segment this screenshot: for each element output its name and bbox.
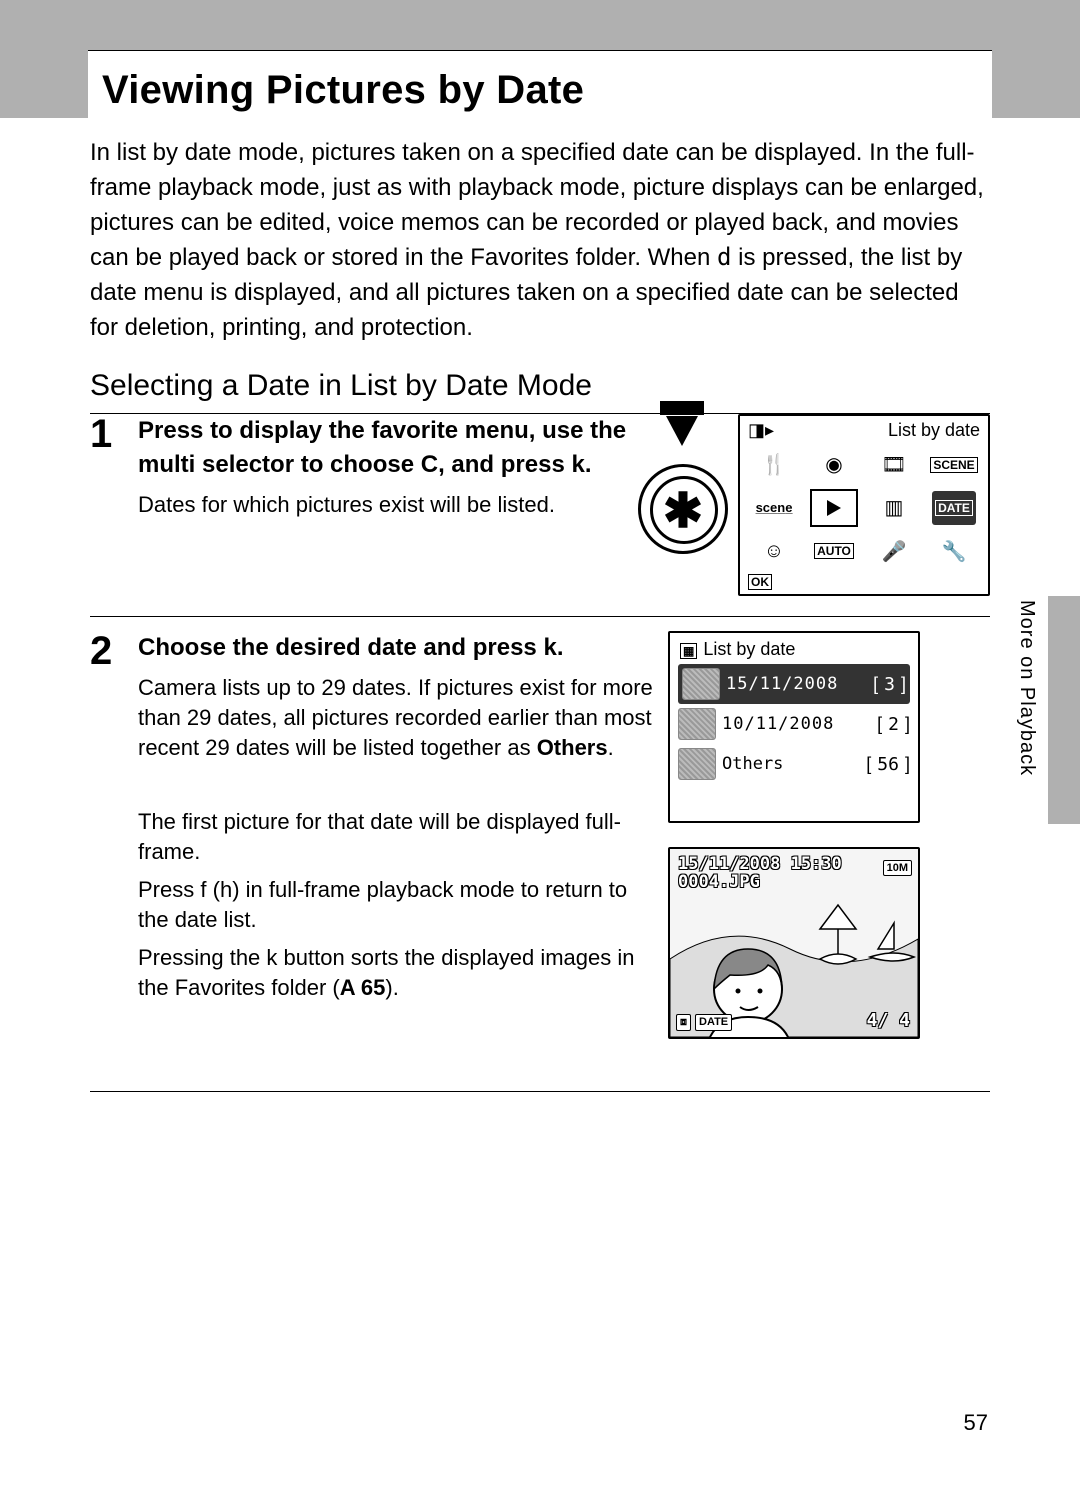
step1-title-c: , and press	[438, 451, 571, 478]
date-badge: DATE	[695, 1014, 732, 1031]
step-2-after-a: The first picture for that date will be …	[138, 807, 658, 867]
mode-cell-voice-icon: 🎤	[872, 534, 916, 568]
step-1-title: Press to display the favorite menu, use …	[138, 414, 628, 482]
s2c3: ).	[385, 975, 398, 1000]
step-2-title: Choose the desired date and press k.	[138, 631, 658, 665]
preview-counter: 4/ 4	[867, 1010, 910, 1031]
camera-mode-glyph: ▸	[765, 420, 774, 440]
down-arrow-icon	[666, 416, 698, 446]
step2-title-b: .	[557, 634, 564, 661]
mode-cell-setup-icon: 🔧	[932, 534, 976, 568]
mode-cell-food-icon: 🍴	[752, 448, 796, 482]
date-2: 10/11/2008	[722, 714, 871, 734]
step-2-after-c: Pressing the k button sorts the displaye…	[138, 943, 658, 1003]
count-1: 3	[884, 674, 895, 695]
page-number: 57	[964, 1410, 988, 1436]
step-1: 1 Press to display the favorite menu, us…	[90, 413, 990, 617]
date-row-1: 15/11/2008 [ 3 ]	[678, 664, 910, 704]
step1-title-d: .	[585, 451, 592, 478]
mode-cell-camera-icon: ◉	[812, 448, 856, 482]
camera-mode-icon: ◨▸	[748, 420, 774, 441]
step1-glyph-ok: k	[571, 451, 584, 478]
date-list-title: List by date	[703, 639, 795, 659]
step-2: 2 Choose the desired date and press k. C…	[90, 617, 990, 1092]
s2b1: Press	[138, 877, 200, 902]
section-heading: Selecting a Date in List by Date Mode	[90, 369, 990, 403]
step2-note-b: .	[608, 735, 614, 760]
page-title: Viewing Pictures by Date	[102, 68, 584, 113]
step-1-note: Dates for which pictures exist will be l…	[138, 490, 628, 520]
step-2-note: Camera lists up to 29 dates. If pictures…	[138, 673, 658, 763]
side-label: More on Playback	[1015, 600, 1038, 776]
count-2: 2	[888, 714, 899, 735]
s2c1: Pressing the	[138, 945, 266, 970]
mode-cell-movie-icon: 🎞	[872, 448, 916, 482]
date-1: 15/11/2008	[726, 674, 867, 694]
step-2-after-b: Press f (h) in full-frame playback mode …	[138, 875, 658, 935]
thumb-3-icon	[678, 748, 716, 780]
date-3: Others	[722, 754, 860, 774]
thumb-1-icon	[682, 668, 720, 700]
date-row-2: 10/11/2008 [ 2 ]	[678, 704, 910, 744]
s2b2: (	[206, 877, 219, 902]
thumb-2-icon	[678, 708, 716, 740]
mode-panel-title: List by date	[888, 420, 980, 441]
preview-ts-line1: 15/11/2008 15:30	[678, 854, 842, 874]
s2c-ref: A 65	[340, 975, 386, 1000]
mode-cell-smile-icon: ☺	[752, 534, 796, 568]
preview-timestamp: 15/11/2008 15:30 0004.JPG	[678, 855, 842, 891]
step2-glyph-ok: k	[543, 634, 556, 661]
step1-title-a: Press	[138, 417, 210, 444]
mode-cell-play-icon	[810, 489, 858, 527]
step-2-number: 2	[90, 631, 138, 671]
mode-cell-scene2-icon: s̲c̲e̲n̲e̲	[752, 491, 796, 525]
mode-select-panel: ◨▸ List by date 🍴 ◉ 🎞 SCENE s̲c̲e̲n̲e̲ ▥…	[738, 414, 990, 596]
count-3: 56	[877, 754, 899, 775]
memory-icon: ⧈	[676, 1014, 691, 1031]
star-icon: ✱	[638, 464, 728, 554]
playback-preview-panel: 15/11/2008 15:30 0004.JPG 10M ⧈ DATE 4/ …	[668, 847, 920, 1039]
mode-cell-auto-icon: AUTO	[812, 534, 856, 568]
intro-paragraph: In list by date mode, pictures taken on …	[90, 135, 990, 345]
side-tab	[1048, 596, 1080, 824]
menu-glyph: d	[717, 243, 731, 271]
ok-badge: OK	[748, 574, 772, 590]
date-list-panel: ▦ List by date 15/11/2008 [ 3 ] 10/11/200…	[668, 631, 920, 823]
resolution-badge: 10M	[883, 860, 912, 876]
mode-cell-calendar-icon: ▥	[872, 491, 916, 525]
step1-glyph-c: C	[421, 451, 438, 478]
favorite-button-illustration: ✱	[638, 414, 726, 554]
step-1-number: 1	[90, 414, 138, 454]
date-row-3: Others [ 56 ]	[678, 744, 910, 784]
s2c-g: k	[266, 945, 277, 970]
date-icon: ▦	[680, 643, 697, 659]
mode-cell-date-icon: DATE	[932, 491, 976, 525]
preview-ts-line2: 0004.JPG	[678, 872, 760, 892]
step2-title-a: Choose the desired date and press	[138, 634, 543, 661]
step2-note-bold: Others	[537, 735, 608, 760]
mode-cell-scene-icon: SCENE	[932, 448, 976, 482]
s2b-h: h	[220, 877, 232, 902]
